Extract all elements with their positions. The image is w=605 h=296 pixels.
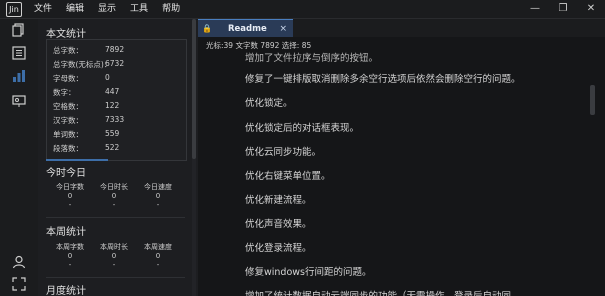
user-icon[interactable] [12, 255, 26, 269]
window-controls: — ❐ ✕ [521, 0, 605, 18]
preview-icon[interactable] [12, 94, 26, 108]
editor[interactable]: 光标:39 文字数 7892 选择: 85 增加了文件拉序与倒序的按钮。 修复了… [198, 37, 605, 296]
editor-line: 增加了统计数据自动云端同步的功能（无需操作，登录后自动同 [245, 288, 511, 296]
today-words-label: 今日字数 [56, 183, 84, 191]
week-duration-label: 本周时长 [100, 243, 128, 251]
tab-close-icon[interactable]: × [279, 20, 287, 38]
today-stats-grid: 今日字数 今日时长 今日速度 0 0 0 - - - [46, 182, 185, 212]
today-speed-value: 0 [155, 192, 161, 200]
stat-value: 122 [105, 101, 120, 110]
sidebar-scrollbar[interactable] [192, 19, 196, 296]
stat-value: 0 [105, 73, 110, 82]
editor-line: 增加了文件拉序与倒序的按钮。 [245, 53, 379, 64]
today-words-value: 0 [67, 192, 73, 200]
editor-line: 优化右键菜单位置。 [245, 171, 331, 182]
stat-label: 总字数(无标点)： [53, 60, 112, 69]
stat-label: 汉字数： [53, 116, 83, 125]
stat-value: 559 [105, 129, 120, 138]
stat-label: 空格数： [53, 102, 83, 111]
close-icon[interactable]: ✕ [577, 0, 605, 18]
files-icon[interactable] [12, 23, 26, 37]
stat-value: 6732 [105, 59, 125, 68]
stats-sidebar: 本文统计 总字数： 7892 总字数(无标点)： 6732 字母数： 0 数字：… [38, 19, 198, 296]
stat-label: 总字数： [53, 46, 83, 55]
stat-label: 单词数： [53, 130, 83, 139]
activity-bar [0, 19, 39, 296]
minimize-icon[interactable]: — [521, 0, 549, 18]
week-words-label: 本周字数 [56, 243, 84, 251]
tab-label: Readme [228, 24, 267, 34]
editor-line: 优化新建流程。 [245, 195, 312, 206]
editor-line: 优化锁定。 [245, 98, 293, 109]
stat-value: 7333 [105, 115, 125, 124]
menu-help[interactable]: 帮助 [162, 0, 180, 18]
tab-bar: 🔒 Readme × [198, 19, 605, 38]
menu-view[interactable]: 显示 [98, 0, 116, 18]
total-stats-title: 本文统计 [46, 29, 86, 40]
today-duration-value: 0 [111, 192, 117, 200]
week-duration-extra: - [112, 261, 116, 269]
sidebar-scrollbar-thumb[interactable] [192, 19, 196, 159]
title-bar: Jin 文件 编辑 显示 工具 帮助 — ❐ ✕ [0, 0, 605, 19]
week-speed-label: 本周速度 [144, 243, 172, 251]
menu-edit[interactable]: 编辑 [66, 0, 84, 18]
stat-label: 数字： [53, 88, 76, 97]
total-stats-card: 总字数： 7892 总字数(无标点)： 6732 字母数： 0 数字： 447 … [46, 39, 187, 161]
week-stats-grid: 本周字数 本周时长 本周速度 0 0 0 - - - [46, 242, 185, 272]
tab-readme[interactable]: 🔒 Readme × [198, 19, 293, 38]
editor-line: 修复了一键排版取消删除多余空行选项后依然会删除空行的问题。 [245, 74, 521, 85]
editor-line: 优化云同步功能。 [245, 147, 322, 158]
divider [46, 217, 185, 218]
week-words-extra: - [68, 261, 72, 269]
progress-indicator [46, 159, 108, 161]
fullscreen-icon[interactable] [12, 277, 26, 291]
stats-icon[interactable] [12, 69, 26, 83]
lock-icon: 🔒 [202, 24, 212, 33]
editor-line: 优化锁定后的对话框表现。 [245, 123, 360, 134]
editor-line: 优化登录流程。 [245, 243, 312, 254]
editor-line: 优化声音效果。 [245, 219, 312, 230]
menu-tools[interactable]: 工具 [130, 0, 148, 18]
stat-value: 522 [105, 143, 120, 152]
week-stats-title: 本周统计 [46, 227, 86, 238]
menu-bar: 文件 编辑 显示 工具 帮助 [34, 0, 194, 18]
today-speed-extra: - [156, 201, 160, 209]
today-duration-extra: - [112, 201, 116, 209]
stat-value: 447 [105, 87, 120, 96]
week-duration-value: 0 [111, 252, 117, 260]
today-words-extra: - [68, 201, 72, 209]
editor-scrollbar-thumb[interactable] [590, 85, 595, 115]
stat-label: 字母数： [53, 74, 83, 83]
outline-icon[interactable] [12, 46, 26, 60]
today-duration-label: 今日时长 [100, 183, 128, 191]
today-stats-title: 今时今日 [46, 168, 86, 179]
editor-line: 修复windows行间距的问题。 [245, 267, 372, 278]
week-speed-value: 0 [155, 252, 161, 260]
month-stats-title: 月度统计 [46, 286, 86, 296]
week-speed-extra: - [156, 261, 160, 269]
app-logo: Jin [6, 2, 22, 17]
stat-label: 段落数： [53, 144, 83, 153]
divider [46, 277, 185, 278]
restore-icon[interactable]: ❐ [549, 0, 577, 18]
today-speed-label: 今日速度 [144, 183, 172, 191]
stat-value: 7892 [105, 45, 125, 54]
menu-file[interactable]: 文件 [34, 0, 52, 18]
week-words-value: 0 [67, 252, 73, 260]
